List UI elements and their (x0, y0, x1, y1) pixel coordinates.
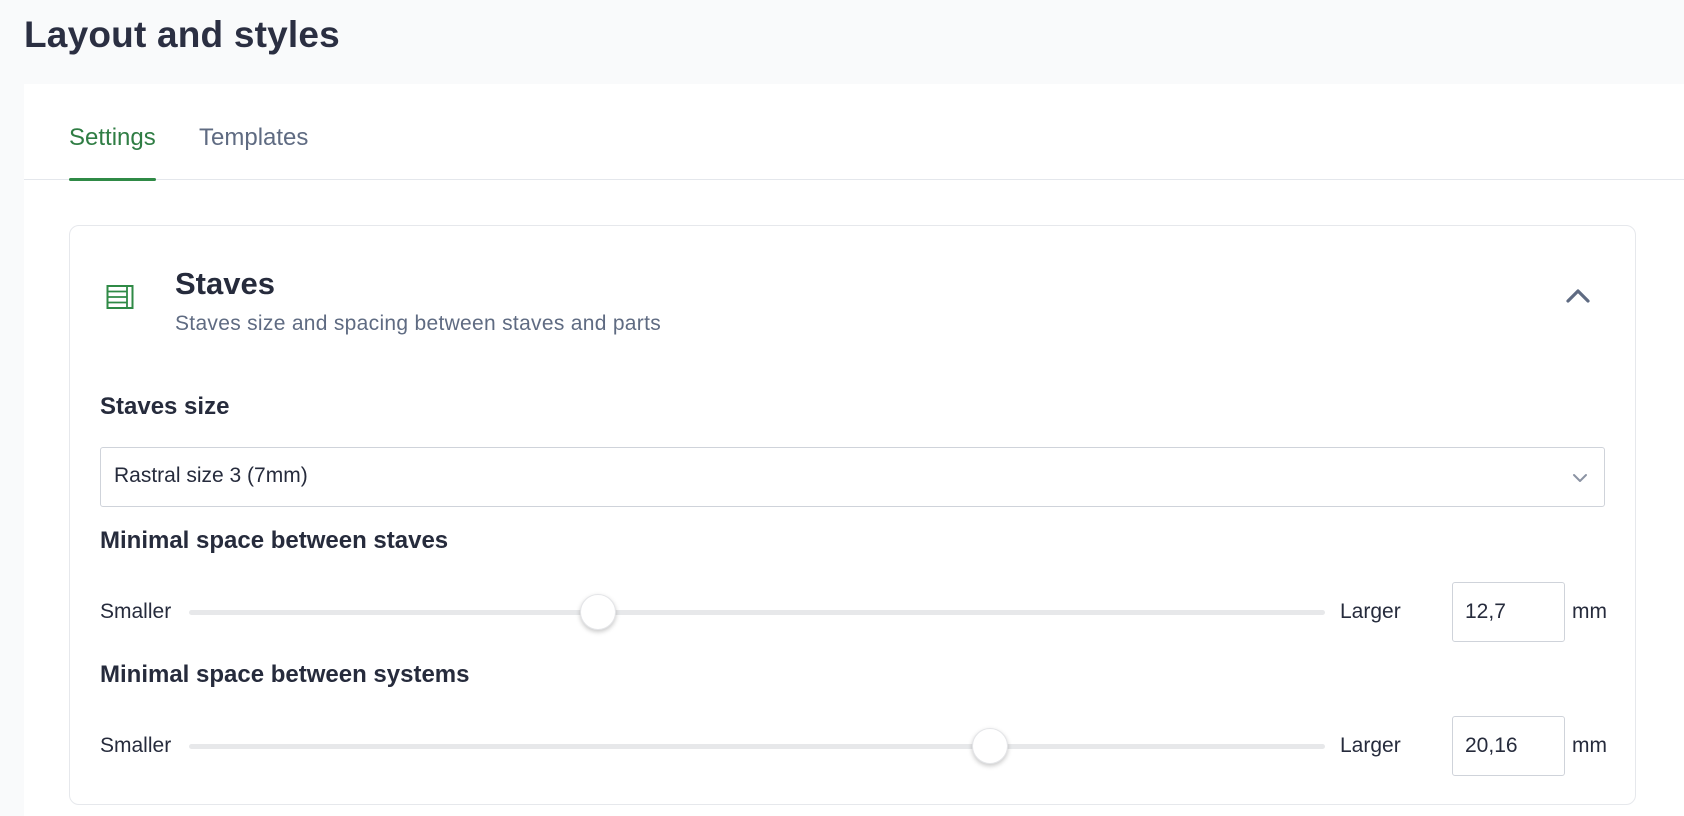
staves-spacing-row: Smaller Larger mm (100, 582, 1607, 642)
staves-spacing-max-label: Larger (1340, 600, 1401, 623)
tab-settings[interactable]: Settings (69, 124, 156, 181)
staves-card: Staves Staves size and spacing between s… (69, 225, 1636, 805)
staves-spacing-label: Minimal space between staves (100, 527, 449, 554)
systems-spacing-label: Minimal space between systems (100, 661, 470, 688)
systems-spacing-slider[interactable] (189, 728, 1325, 764)
staves-spacing-unit: mm (1572, 600, 1607, 623)
card-title: Staves (175, 266, 275, 301)
settings-panel: Settings Templates Staves Staves size an… (24, 84, 1684, 816)
staves-spacing-slider[interactable] (189, 594, 1325, 630)
tab-templates[interactable]: Templates (199, 124, 308, 180)
tab-bar: Settings Templates (24, 84, 1684, 181)
page-title: Layout and styles (24, 14, 340, 55)
systems-spacing-min-label: Smaller (100, 734, 172, 757)
staves-spacing-slider-thumb[interactable] (579, 594, 616, 630)
staves-spacing-input[interactable] (1452, 582, 1565, 642)
systems-spacing-input[interactable] (1452, 716, 1565, 776)
chevron-down-icon (1570, 468, 1590, 488)
layout-styles-page: Layout and styles Settings Templates Sta… (0, 0, 1684, 816)
systems-spacing-max-label: Larger (1340, 734, 1401, 757)
systems-spacing-row: Smaller Larger mm (100, 716, 1607, 776)
systems-spacing-slider-thumb[interactable] (971, 728, 1008, 764)
staves-size-value: Rastral size 3 (7mm) (114, 464, 308, 487)
card-subtitle: Staves size and spacing between staves a… (175, 312, 662, 335)
chevron-up-icon (1560, 289, 1596, 318)
staves-size-select[interactable]: Rastral size 3 (7mm) (100, 447, 1605, 507)
staves-spacing-min-label: Smaller (100, 600, 172, 623)
collapse-button[interactable] (1560, 278, 1596, 314)
systems-spacing-unit: mm (1572, 734, 1607, 757)
staves-icon (106, 283, 134, 311)
staves-size-label: Staves size (100, 393, 230, 420)
